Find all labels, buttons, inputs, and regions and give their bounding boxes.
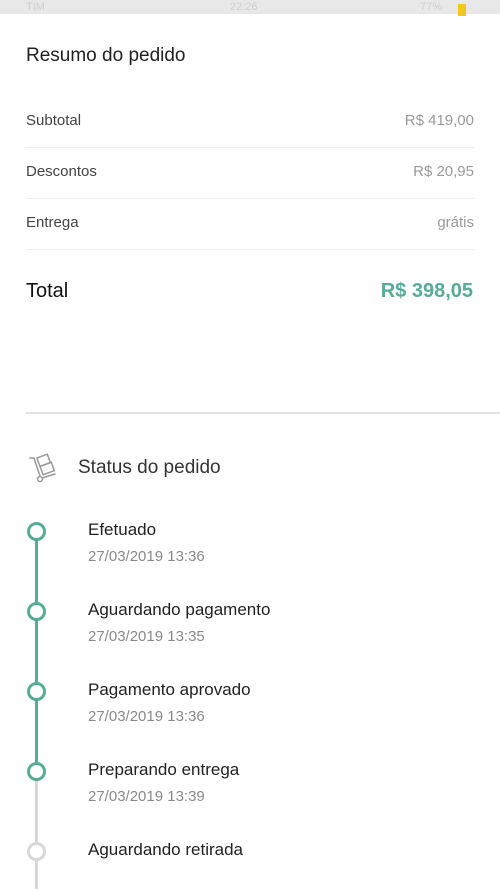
subtotal-label: Subtotal <box>26 112 82 129</box>
step-name: Aguardando pagamento <box>88 600 271 619</box>
step-date: 27/03/2019 13:36 <box>88 708 205 725</box>
step-date: 27/03/2019 13:36 <box>88 548 205 565</box>
timeline-dot-aguardando-pagamento <box>27 602 46 621</box>
timeline-progress-line <box>35 530 38 775</box>
subtotal-value: R$ 419,00 <box>404 112 474 129</box>
battery-icon <box>458 4 466 16</box>
step-date: 27/03/2019 13:39 <box>88 788 205 805</box>
clock: 22:26 <box>230 1 258 13</box>
step-name: Aguardando retirada <box>88 840 244 859</box>
summary-row-delivery: Entrega grátis <box>26 198 474 250</box>
timeline-dot-preparando-entrega <box>27 762 46 781</box>
timeline-dot-aguardando-retirada <box>27 842 46 861</box>
order-status-title: Status do pedido <box>78 457 221 478</box>
summary-row-subtotal: Subtotal R$ 419,00 <box>26 96 474 148</box>
step-name: Efetuado <box>88 520 157 539</box>
carrier-label: TIM <box>26 1 45 13</box>
battery-percent: 77% <box>420 1 443 13</box>
step-name: Pagamento aprovado <box>88 680 251 699</box>
step-name: Preparando entrega <box>88 760 240 779</box>
section-divider <box>26 412 500 414</box>
delivery-value: grátis <box>437 214 474 231</box>
timeline-pending-line <box>35 775 38 889</box>
summary-row-discounts: Descontos R$ 20,95 <box>26 147 474 199</box>
order-summary-title: Resumo do pedido <box>26 45 186 66</box>
hand-truck-icon <box>29 453 56 483</box>
delivery-label: Entrega <box>26 214 79 231</box>
timeline-dot-pagamento-aprovado <box>27 682 46 701</box>
status-bar: TIM 22:26 77% <box>0 0 500 16</box>
total-label: Total <box>26 280 69 302</box>
total-value: R$ 398,05 <box>380 280 473 302</box>
timeline-dot-efetuado <box>27 522 46 541</box>
discounts-value: R$ 20,95 <box>413 163 474 180</box>
discounts-label: Descontos <box>26 163 97 180</box>
step-date: 27/03/2019 13:35 <box>88 628 205 645</box>
